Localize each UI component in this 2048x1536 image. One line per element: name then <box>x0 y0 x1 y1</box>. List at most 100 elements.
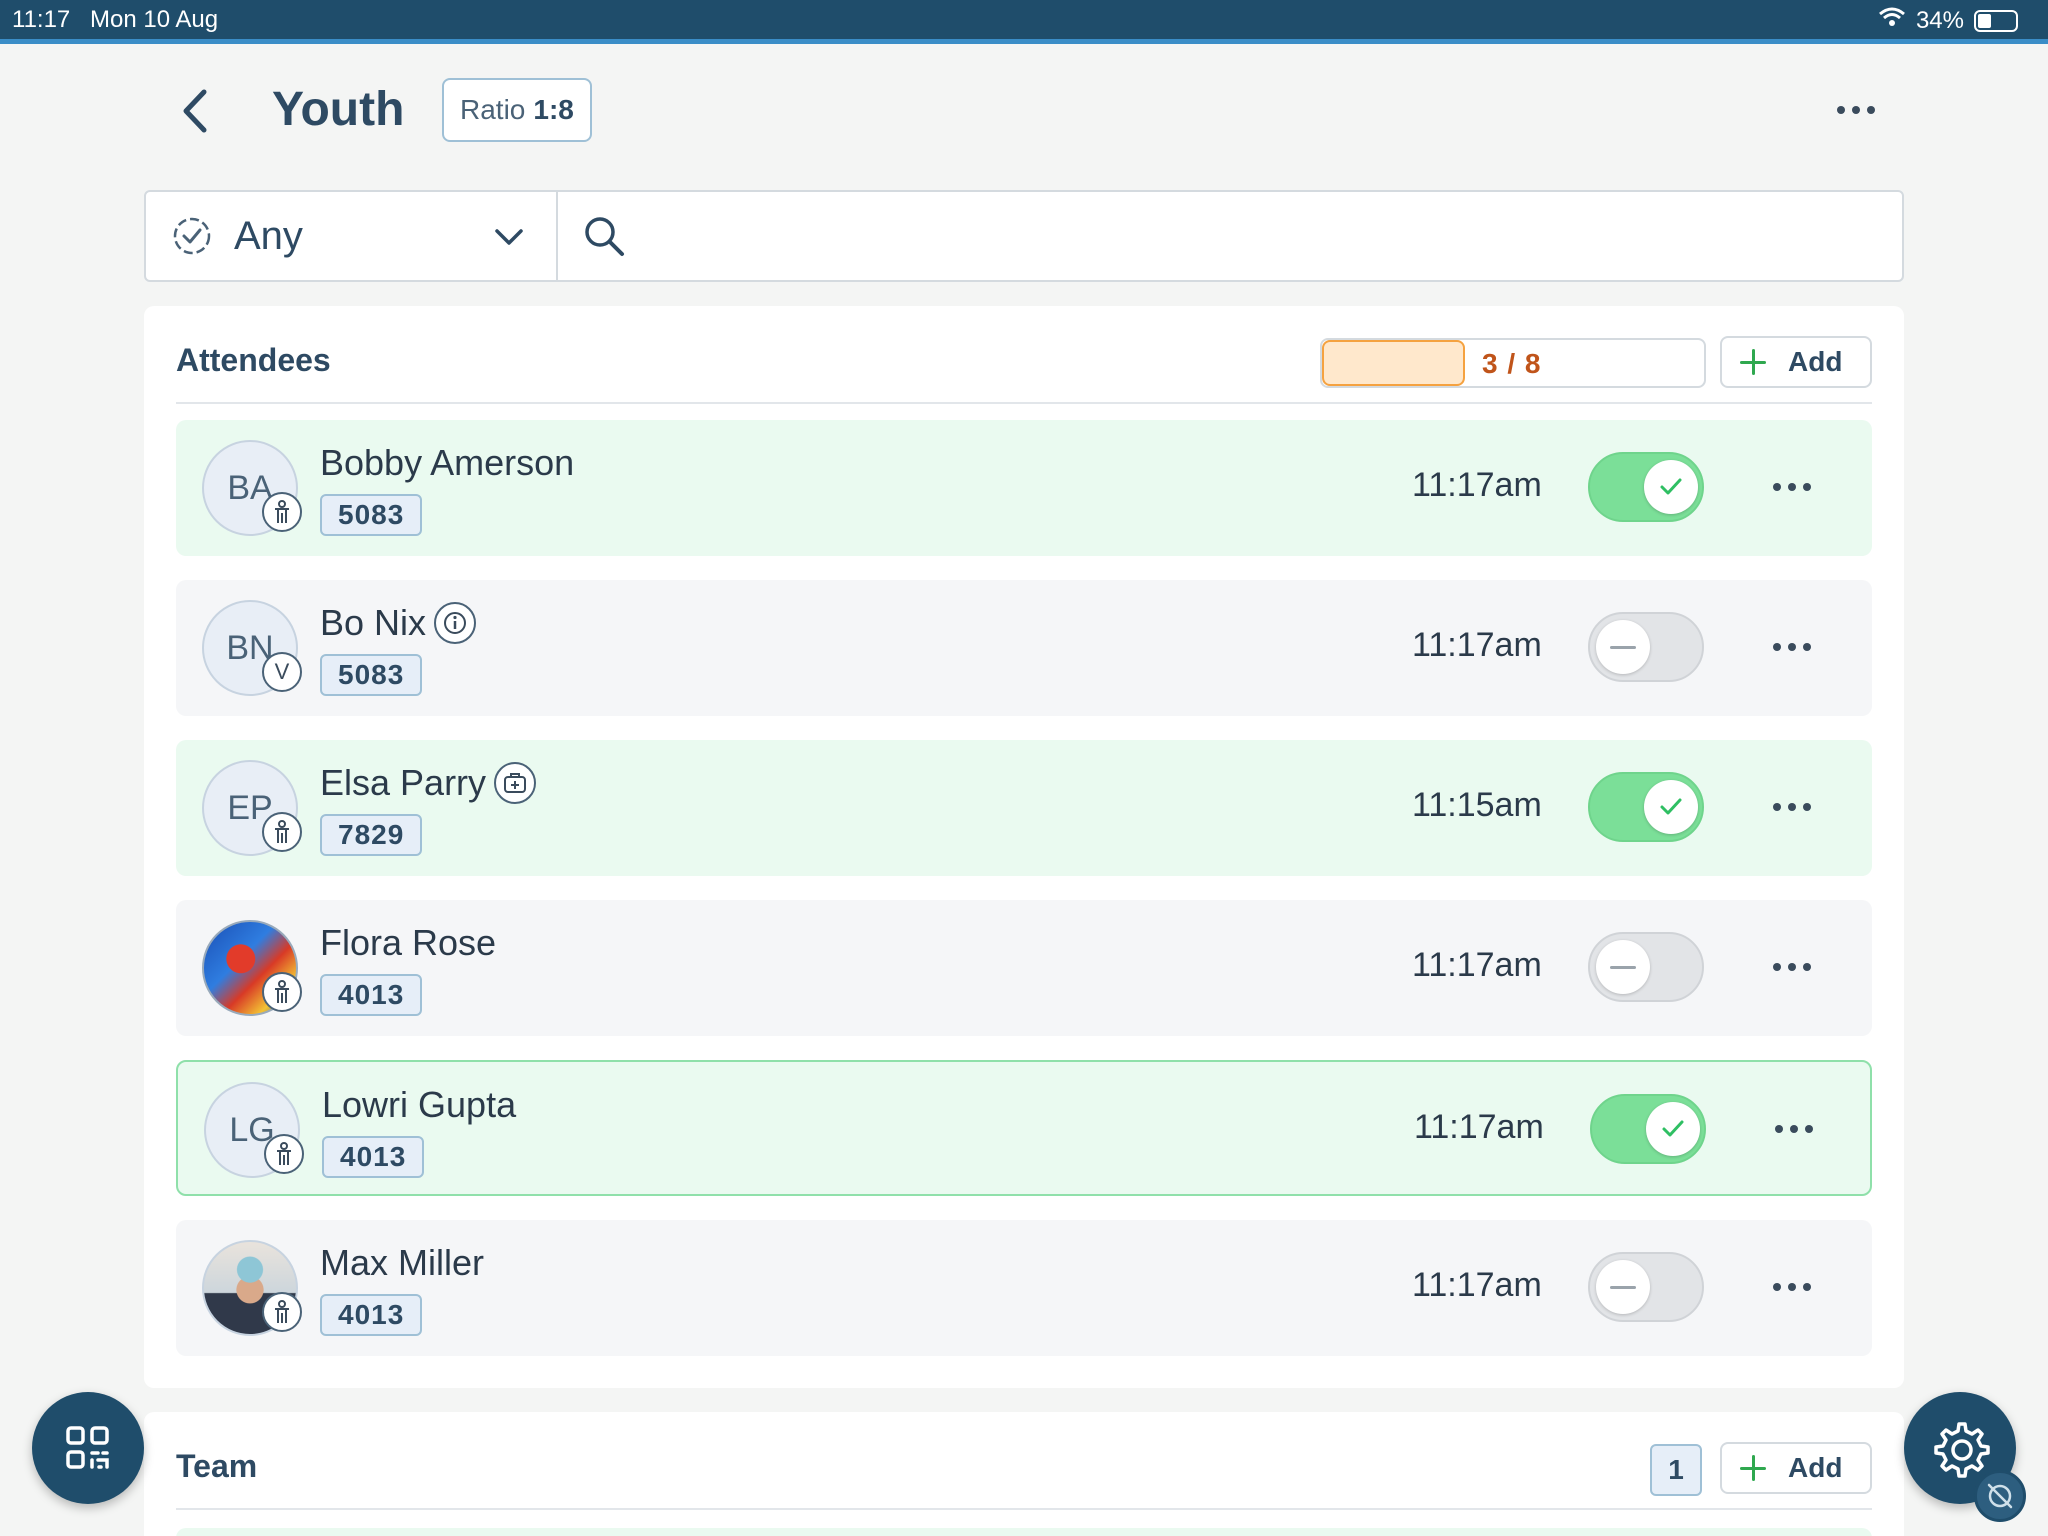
row-more-button[interactable] <box>1762 1272 1822 1302</box>
add-attendee-label: Add <box>1788 346 1843 377</box>
medical-kit-icon[interactable] <box>494 762 537 804</box>
attendee-row[interactable]: Max Miller 4013 11:17am <box>176 1220 1872 1356</box>
back-button[interactable] <box>170 86 220 136</box>
filter-bar: Any <box>144 190 1904 282</box>
attendee-id-badge: 5083 <box>320 494 423 536</box>
attendee-name-line: Bobby Amerson <box>320 442 574 484</box>
status-filter-select[interactable]: Any <box>146 192 558 280</box>
sync-off-button[interactable] <box>1974 1470 2026 1522</box>
status-time: 11:17 <box>12 6 71 33</box>
ratio-label: Ratio <box>460 94 526 125</box>
status-date: Mon 10 Aug <box>90 6 219 33</box>
attendee-name: Bobby Amerson <box>320 442 575 483</box>
team-row[interactable] <box>176 1528 1872 1536</box>
attendee-id-badge: 4013 <box>322 1136 425 1178</box>
person-icon <box>262 972 302 1012</box>
add-attendee-button[interactable]: Add <box>1720 336 1872 388</box>
checkin-toggle[interactable] <box>1588 1252 1704 1322</box>
attendee-id-badge: 7829 <box>320 814 423 856</box>
person-icon <box>262 492 302 532</box>
attendee-name: Max Miller <box>320 1242 485 1283</box>
search-area <box>558 192 1902 280</box>
row-more-button[interactable] <box>1762 632 1822 662</box>
attendee-row[interactable]: LG Lowri Gupta 4013 11:17am <box>176 1060 1872 1196</box>
checkin-time: 11:17am <box>1414 1108 1544 1146</box>
checkin-toggle[interactable] <box>1590 1094 1706 1164</box>
attendees-divider <box>176 402 1872 404</box>
status-bar: 11:17 Mon 10 Aug 34% <box>0 0 2048 44</box>
attendee-row[interactable]: Flora Rose 4013 11:17am <box>176 900 1872 1036</box>
checkin-toggle[interactable] <box>1588 612 1704 682</box>
row-more-button[interactable] <box>1762 792 1822 822</box>
more-icon <box>1837 106 1875 114</box>
attendee-id-badge: 4013 <box>320 974 423 1016</box>
team-count-badge: 1 <box>1650 1444 1702 1496</box>
search-icon <box>585 217 624 256</box>
row-more-button[interactable] <box>1762 952 1822 982</box>
row-more-button[interactable] <box>1762 472 1822 502</box>
team-card: Team 1 Add <box>144 1412 1904 1536</box>
chevron-left-icon <box>183 89 207 133</box>
attendee-name-line: Lowri Gupta <box>322 1084 516 1126</box>
more-icon <box>1773 483 1811 491</box>
more-icon <box>1773 803 1811 811</box>
ratio-value: 1:8 <box>533 94 574 125</box>
attendee-name-line: Elsa Parry <box>320 762 537 804</box>
attendee-row[interactable]: BA Bobby Amerson 5083 11:17am <box>176 420 1872 556</box>
battery-percent: 34% <box>1915 6 1964 34</box>
checkin-toggle[interactable] <box>1588 452 1704 522</box>
team-divider <box>176 1508 1872 1510</box>
volunteer-v-icon: V <box>262 652 302 692</box>
attendee-row[interactable]: EP Elsa Parry 7829 11:15am <box>176 740 1872 876</box>
attendee-id-badge: 4013 <box>320 1294 423 1336</box>
minus-icon <box>1596 1260 1650 1314</box>
attendee-name: Lowri Gupta <box>322 1084 517 1125</box>
attendee-name-line: Max Miller <box>320 1242 484 1284</box>
attendee-row[interactable]: BN V Bo Nix 5083 11:17am <box>176 580 1872 716</box>
plus-icon <box>1740 349 1766 375</box>
wifi-icon <box>1878 6 1906 35</box>
checkin-time: 11:17am <box>1412 626 1542 664</box>
check-icon <box>1644 780 1698 834</box>
qr-code-icon <box>66 1426 109 1469</box>
sync-off-icon <box>1987 1483 2013 1509</box>
status-indicators: 34% <box>1878 6 2018 35</box>
team-title: Team <box>176 1448 258 1484</box>
row-more-button[interactable] <box>1764 1114 1824 1144</box>
attendance-count: 3 / 8 <box>1482 348 1542 379</box>
check-icon <box>1646 1102 1700 1156</box>
more-icon <box>1775 1125 1813 1133</box>
search-input[interactable] <box>642 196 1902 276</box>
info-icon[interactable] <box>434 602 477 644</box>
attendee-name: Elsa Parry <box>320 762 487 803</box>
add-team-button[interactable]: Add <box>1720 1442 1872 1494</box>
checkin-time: 11:17am <box>1412 466 1542 504</box>
minus-icon <box>1596 620 1650 674</box>
gear-icon <box>1934 1422 1990 1478</box>
checkin-toggle[interactable] <box>1588 772 1704 842</box>
attendee-name-line: Flora Rose <box>320 922 496 964</box>
qr-scan-button[interactable] <box>32 1392 144 1504</box>
add-team-label: Add <box>1788 1452 1843 1483</box>
more-icon <box>1773 963 1811 971</box>
attendee-name: Flora Rose <box>320 922 497 963</box>
status-filter-value: Any <box>234 213 303 258</box>
plus-icon <box>1740 1455 1766 1481</box>
page-title: Youth <box>272 83 405 136</box>
header-more-button[interactable] <box>1826 88 1886 132</box>
attendee-name-line: Bo Nix <box>320 602 477 644</box>
check-circle-dashed-icon <box>173 217 211 255</box>
more-icon <box>1773 643 1811 651</box>
person-icon <box>262 812 302 852</box>
minus-icon <box>1596 940 1650 994</box>
check-icon <box>1644 460 1698 514</box>
person-icon <box>264 1134 304 1174</box>
checkin-time: 11:17am <box>1412 946 1542 984</box>
attendees-card: Attendees 3 / 8 Add BA Bobby Amerson 5083 1… <box>144 306 1904 1388</box>
attendance-progress: 3 / 8 <box>1320 338 1706 388</box>
checkin-toggle[interactable] <box>1588 932 1704 1002</box>
ratio-badge: Ratio 1:8 <box>442 78 592 142</box>
attendance-progress-fill <box>1322 340 1466 386</box>
attendee-id-badge: 5083 <box>320 654 423 696</box>
page-header: Youth Ratio 1:8 <box>0 70 2048 150</box>
